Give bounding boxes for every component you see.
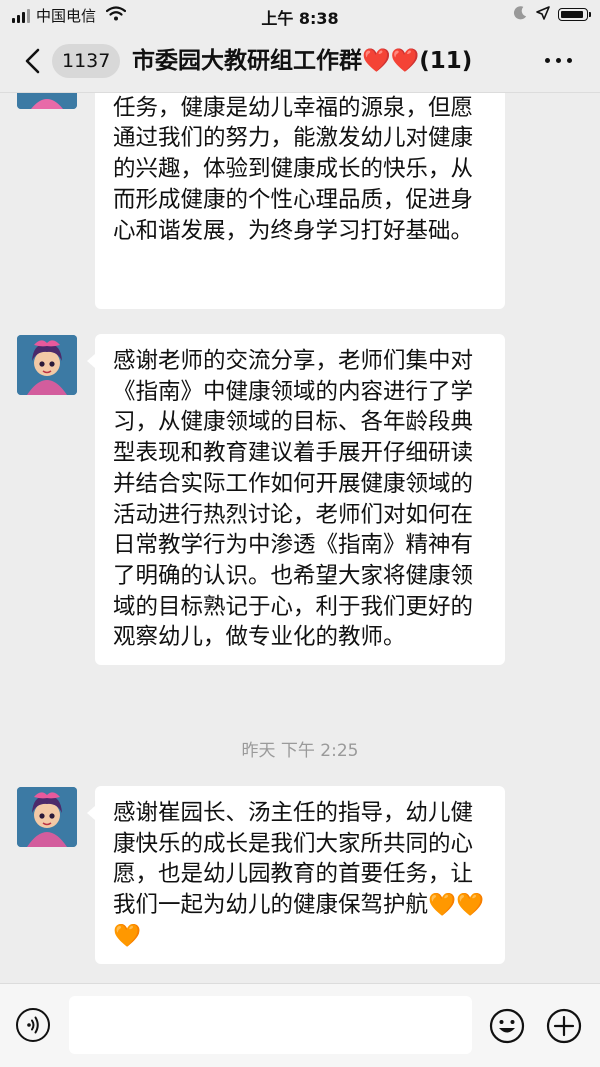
input-bar: [0, 983, 600, 1067]
status-bar: 中国电信 上午 8:38: [0, 0, 600, 30]
message-text: 感谢崔园长、汤主任的指导，幼儿健康快乐的成长是我们大家所共同的心愿，也是幼儿园教…: [113, 798, 489, 952]
member-count: (11): [419, 48, 473, 74]
message-bubble[interactable]: 关注的焦点，也是幼儿园教育的首要任务，健康是幼儿幸福的源泉，但愿通过我们的努力，…: [95, 93, 505, 309]
sender-avatar[interactable]: [17, 335, 77, 395]
chat-header: 1137 市委园大教研组工作群❤️❤️(11): [0, 30, 600, 93]
location-arrow-icon: [536, 5, 550, 24]
sender-avatar[interactable]: [17, 93, 77, 109]
message-bubble[interactable]: 感谢老师的交流分享，老师们集中对《指南》中健康领域的内容进行了学习，从健康领域的…: [87, 334, 505, 666]
back-chevron-icon[interactable]: [22, 48, 46, 74]
emoji-icon[interactable]: [489, 1008, 525, 1044]
voice-input-button[interactable]: [16, 1008, 50, 1042]
message-list[interactable]: 关注的焦点，也是幼儿园教育的首要任务，健康是幼儿幸福的源泉，但愿通过我们的努力，…: [0, 93, 600, 983]
message-bubble[interactable]: 感谢崔园长、汤主任的指导，幼儿健康快乐的成长是我们大家所共同的心愿，也是幼儿园教…: [87, 786, 505, 964]
group-name: 市委园大教研组工作群: [132, 48, 362, 74]
battery-icon: [558, 8, 591, 21]
chat-title: 市委园大教研组工作群❤️❤️(11): [132, 44, 472, 78]
message-text-body: 感谢崔园长、汤主任的指导，幼儿健康快乐的成长是我们大家所共同的心愿，也是幼儿园教…: [113, 800, 474, 919]
message-input[interactable]: [69, 996, 472, 1054]
plus-icon[interactable]: [546, 1008, 582, 1044]
unread-count-badge[interactable]: 1137: [52, 44, 121, 78]
more-options-icon[interactable]: [545, 58, 572, 63]
status-right: [513, 5, 591, 24]
message-text: 关注的焦点，也是幼儿园教育的首要任务，健康是幼儿幸福的源泉，但愿通过我们的努力，…: [113, 94, 474, 244]
sender-avatar[interactable]: [17, 787, 77, 847]
title-heart-emoji: ❤️❤️: [362, 48, 420, 74]
status-time: 上午 8:38: [261, 9, 339, 28]
message-timestamp: 昨天 下午 2:25: [241, 741, 359, 761]
moon-icon: [513, 5, 528, 24]
message-text: 感谢老师的交流分享，老师们集中对《指南》中健康领域的内容进行了学习，从健康领域的…: [113, 348, 474, 651]
